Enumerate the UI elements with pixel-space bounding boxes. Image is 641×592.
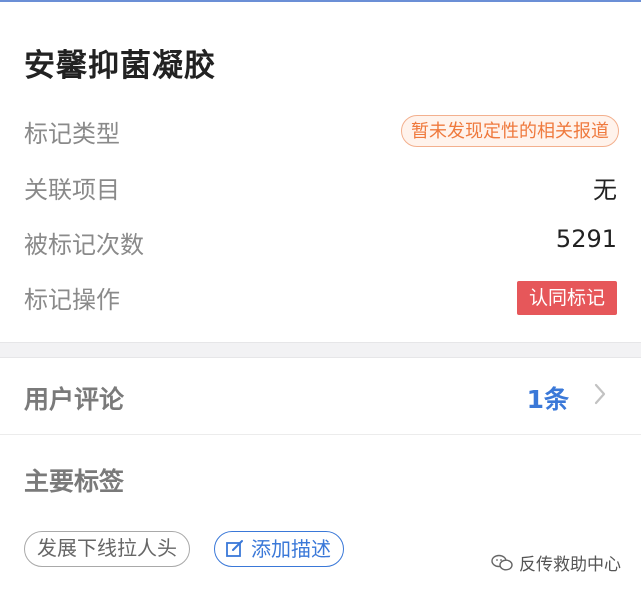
divider [0, 434, 641, 435]
count-label: 被标记次数 [24, 231, 144, 259]
product-title: 安馨抑菌凝胶 [24, 48, 216, 84]
add-description-label: 添加描述 [251, 536, 331, 561]
mark-type-badge: 暂未发现定性的相关报道 [401, 115, 619, 147]
watermark-text: 反传救助中心 [519, 555, 621, 575]
chevron-right-icon [594, 383, 606, 405]
mark-type-label: 标记类型 [24, 120, 120, 148]
tag-chip[interactable]: 发展下线拉人头 [24, 531, 190, 567]
section-separator [0, 342, 641, 358]
related-label: 关联项目 [24, 176, 120, 204]
edit-icon [226, 540, 243, 557]
wechat-icon [491, 554, 513, 571]
add-description-button[interactable]: 添加描述 [214, 531, 344, 567]
action-label: 标记操作 [24, 286, 120, 314]
count-value: 5291 [555, 225, 617, 253]
watermark: 反传救助中心 [491, 550, 621, 575]
tags-section-title: 主要标签 [24, 467, 125, 496]
related-value: 无 [593, 176, 617, 204]
comments-count: 1条 [526, 385, 569, 414]
agree-mark-button[interactable]: 认同标记 [517, 281, 617, 315]
comments-label: 用户评论 [24, 385, 125, 414]
user-comments-row[interactable]: 用户评论 1条 [0, 358, 641, 434]
